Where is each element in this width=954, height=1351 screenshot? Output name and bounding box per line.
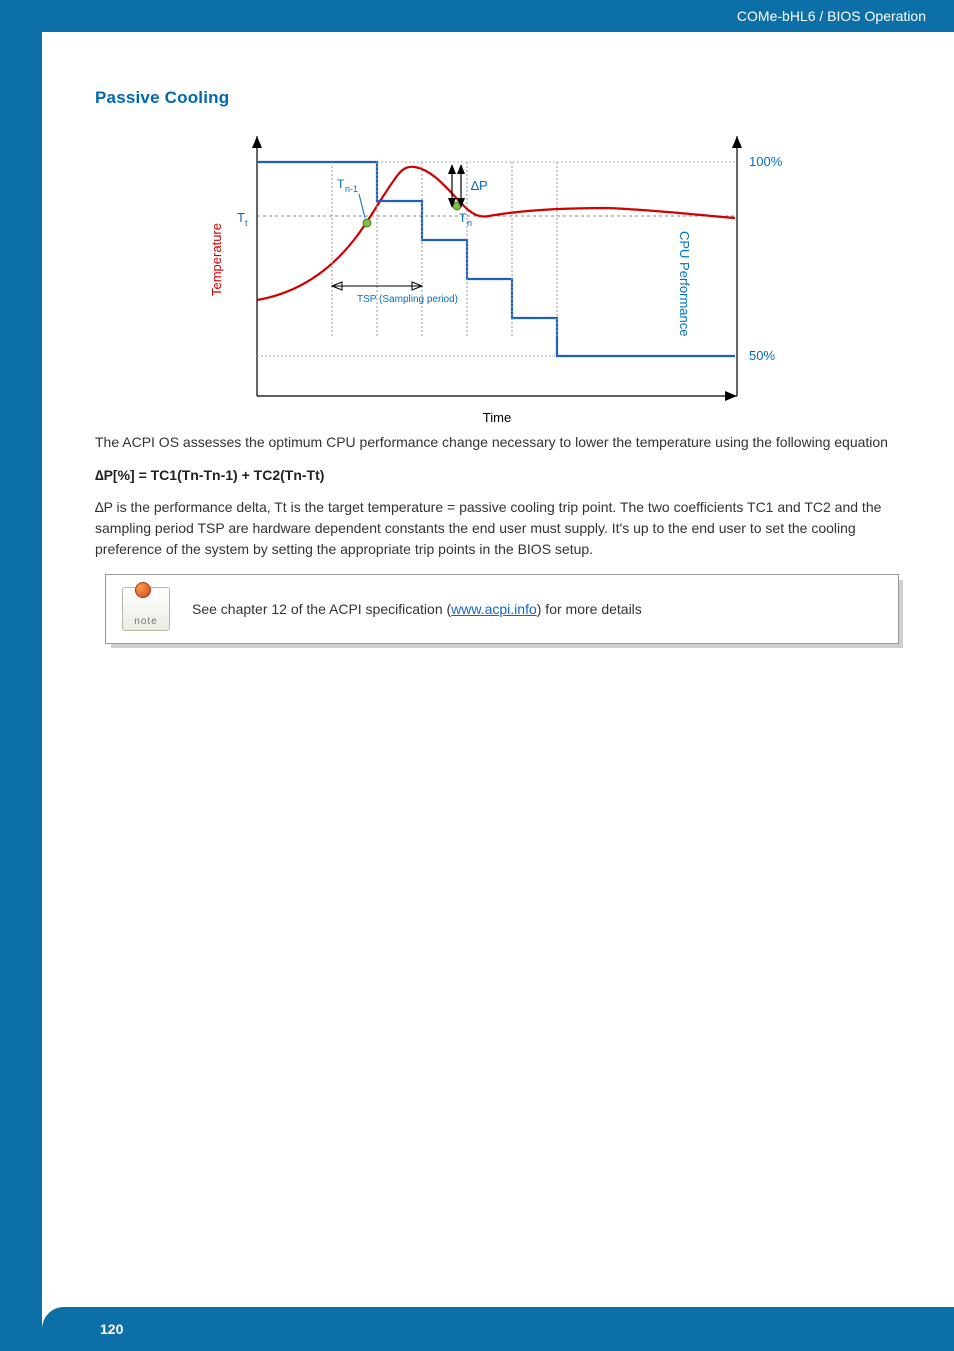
svg-text:n-1: n-1 xyxy=(345,184,358,194)
pin-icon xyxy=(135,582,151,598)
page: COMe-bHL6 / BIOS Operation Passive Cooli… xyxy=(0,0,954,1351)
note-box: note See chapter 12 of the ACPI specific… xyxy=(105,574,899,644)
svg-text:n: n xyxy=(467,218,472,228)
svg-text:50%: 50% xyxy=(749,348,775,363)
svg-text:T: T xyxy=(459,211,467,225)
paragraph-1: The ACPI OS assesses the optimum CPU per… xyxy=(95,432,909,453)
content-area: Passive Cooling T xyxy=(95,88,909,644)
x-axis-label: Time xyxy=(483,410,511,425)
svg-text:100%: 100% xyxy=(749,154,783,169)
footer-strip: 120 xyxy=(42,1307,954,1351)
svg-text:T: T xyxy=(237,210,245,225)
left-side-bar xyxy=(0,0,42,1351)
acpi-link[interactable]: www.acpi.info xyxy=(451,601,537,617)
svg-text:t: t xyxy=(245,218,248,228)
chart-container: T t T n-1 T n xyxy=(95,126,909,426)
header-strip: COMe-bHL6 / BIOS Operation xyxy=(42,0,954,32)
page-number: 120 xyxy=(100,1321,123,1337)
note-text: See chapter 12 of the ACPI specification… xyxy=(192,601,642,617)
svg-text:CPU Performance: CPU Performance xyxy=(677,231,692,336)
note-icon-label: note xyxy=(134,616,157,627)
paragraph-2: ∆P is the performance delta, Tt is the t… xyxy=(95,497,909,560)
note-icon: note xyxy=(122,587,170,631)
breadcrumb: COMe-bHL6 / BIOS Operation xyxy=(737,8,926,24)
svg-text:Temperature: Temperature xyxy=(209,223,224,296)
note-prefix: See chapter 12 of the ACPI specification… xyxy=(192,601,451,617)
formula: ∆P[%] = TC1(Tn-Tn-1) + TC2(Tn-Tt) xyxy=(95,467,909,483)
passive-cooling-chart: T t T n-1 T n xyxy=(197,126,807,426)
section-heading: Passive Cooling xyxy=(95,88,909,108)
svg-text:T: T xyxy=(337,177,345,191)
svg-text:∆P: ∆P xyxy=(471,178,488,193)
note-suffix: ) for more details xyxy=(537,601,642,617)
svg-text:TSP (Sampling period): TSP (Sampling period) xyxy=(357,294,458,305)
